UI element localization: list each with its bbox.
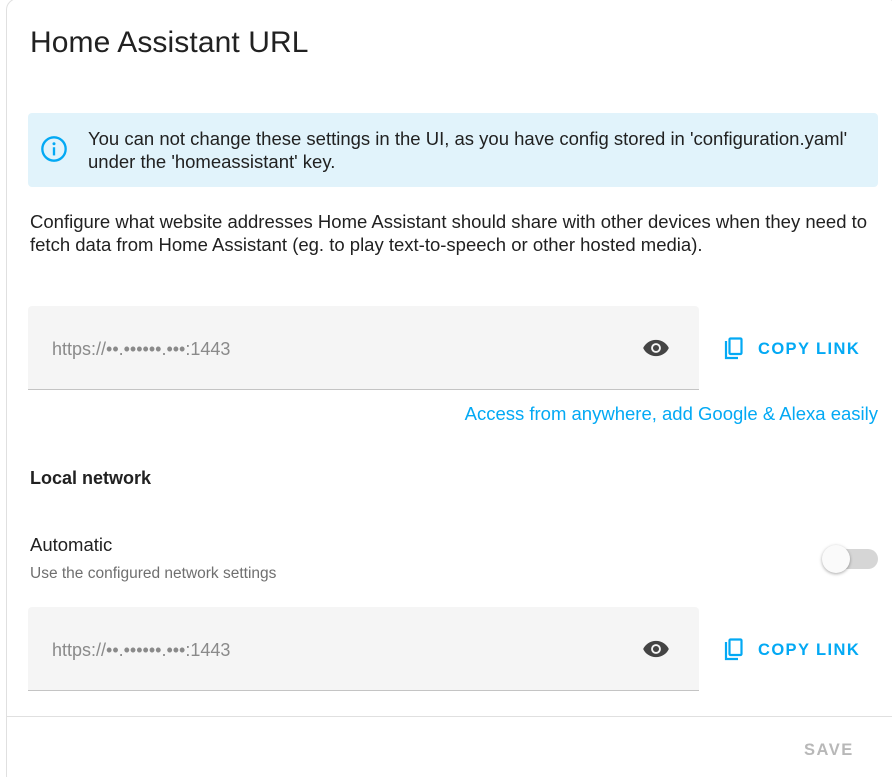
external-url-input[interactable] — [52, 334, 612, 364]
footer-divider — [6, 716, 892, 717]
copy-local-url-button[interactable]: COPY LINK — [722, 632, 860, 668]
cloud-promo-link[interactable]: Access from anywhere, add Google & Alexa… — [465, 403, 878, 425]
url-description: Configure what website addresses Home As… — [30, 211, 868, 255]
info-icon — [41, 136, 67, 162]
copy-external-label: COPY LINK — [758, 339, 861, 358]
automatic-description: Use the configured network settings — [30, 565, 277, 582]
local-network-title: Local network — [30, 468, 152, 488]
info-alert: You can not change these settings in the… — [28, 113, 878, 187]
local-url-field[interactable] — [28, 607, 699, 691]
card-title: Home Assistant URL — [30, 26, 309, 59]
copy-external-url-button[interactable]: COPY LINK — [722, 331, 860, 367]
toggle-thumb — [822, 545, 850, 573]
automatic-toggle[interactable] — [822, 545, 878, 573]
alert-text: You can not change these settings in the… — [88, 128, 848, 172]
copy-local-label: COPY LINK — [758, 640, 861, 659]
local-url-input[interactable] — [52, 635, 612, 665]
save-button[interactable]: SAVE — [804, 741, 854, 760]
automatic-label: Automatic — [30, 534, 113, 555]
external-url-field[interactable] — [28, 306, 699, 390]
eye-icon[interactable] — [640, 334, 672, 362]
eye-icon[interactable] — [640, 635, 672, 663]
copy-icon — [724, 638, 743, 661]
copy-icon — [724, 337, 743, 360]
